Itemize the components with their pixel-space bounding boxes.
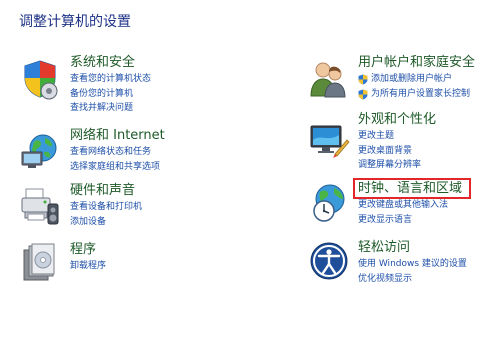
- category-clock-language-region: 时钟、语言和区域 更改键盘或其他输入法 更改显示语言: [308, 181, 503, 231]
- link-change-keyboard-input[interactable]: 更改键盘或其他输入法: [358, 198, 448, 213]
- appearance-icon[interactable]: [308, 118, 350, 160]
- link-optimize-visual-display[interactable]: 优化视频显示: [358, 272, 467, 287]
- uac-shield-icon: [358, 74, 368, 85]
- category-programs: 程序 卸载程序: [19, 242, 219, 282]
- page-title: 调整计算机的设置: [19, 14, 131, 30]
- category-ease-of-access: 轻松访问 使用 Windows 建议的设置 优化视频显示: [308, 240, 503, 290]
- link-adjust-resolution[interactable]: 调整屏幕分辨率: [358, 158, 421, 173]
- link-add-remove-accounts-row[interactable]: 添加或删除用户帐户: [358, 72, 470, 87]
- category-hardware-sound: 硬件和声音 查看设备和打印机 添加设备: [19, 183, 219, 233]
- link-change-desktop-background[interactable]: 更改桌面背景: [358, 144, 421, 159]
- category-title-user-accounts[interactable]: 用户帐户和家庭安全: [358, 55, 475, 71]
- link-parental-controls[interactable]: 为所有用户设置家长控制: [371, 89, 470, 99]
- link-view-computer-status[interactable]: 查看您的计算机状态: [70, 72, 151, 87]
- category-title-appearance[interactable]: 外观和个性化: [358, 112, 436, 128]
- category-user-accounts: 用户帐户和家庭安全 添加或删除用户帐户 为所有用户设置家长控制: [308, 55, 503, 105]
- category-appearance: 外观和个性化 更改主题 更改桌面背景 调整屏幕分辨率: [308, 112, 503, 172]
- link-find-fix-problems[interactable]: 查找并解决问题: [70, 101, 151, 116]
- link-add-remove-accounts[interactable]: 添加或删除用户帐户: [371, 74, 452, 84]
- link-change-display-language[interactable]: 更改显示语言: [358, 213, 448, 228]
- category-system-security: 系统和安全 查看您的计算机状态 备份您的计算机 查找并解决问题: [19, 55, 219, 115]
- link-uninstall-program[interactable]: 卸载程序: [70, 259, 106, 274]
- system-security-icon[interactable]: [19, 58, 61, 100]
- uac-shield-icon: [358, 89, 368, 100]
- link-view-network-status[interactable]: 查看网络状态和任务: [70, 145, 160, 160]
- user-accounts-icon[interactable]: [308, 58, 350, 100]
- link-parental-controls-row[interactable]: 为所有用户设置家长控制: [358, 87, 470, 102]
- programs-icon[interactable]: [19, 242, 61, 284]
- link-devices-printers[interactable]: 查看设备和打印机: [70, 200, 142, 215]
- network-internet-icon[interactable]: [19, 130, 61, 172]
- category-title-programs[interactable]: 程序: [70, 242, 96, 258]
- ease-of-access-icon[interactable]: [308, 240, 350, 282]
- hardware-sound-icon[interactable]: [19, 186, 61, 228]
- category-title-ease-of-access[interactable]: 轻松访问: [358, 240, 410, 256]
- link-use-windows-suggested-settings[interactable]: 使用 Windows 建议的设置: [358, 257, 467, 272]
- link-change-theme[interactable]: 更改主题: [358, 129, 421, 144]
- link-add-device[interactable]: 添加设备: [70, 215, 142, 230]
- category-title-clock-language-region[interactable]: 时钟、语言和区域: [358, 181, 462, 197]
- category-title-hardware-sound[interactable]: 硬件和声音: [70, 183, 135, 199]
- link-homegroup-sharing[interactable]: 选择家庭组和共享选项: [70, 160, 160, 175]
- category-network-internet: 网络和 Internet 查看网络状态和任务 选择家庭组和共享选项: [19, 128, 219, 178]
- category-title-system-security[interactable]: 系统和安全: [70, 55, 135, 71]
- link-backup-computer[interactable]: 备份您的计算机: [70, 87, 151, 102]
- clock-language-region-icon[interactable]: [308, 182, 350, 224]
- category-title-network-internet[interactable]: 网络和 Internet: [70, 128, 165, 144]
